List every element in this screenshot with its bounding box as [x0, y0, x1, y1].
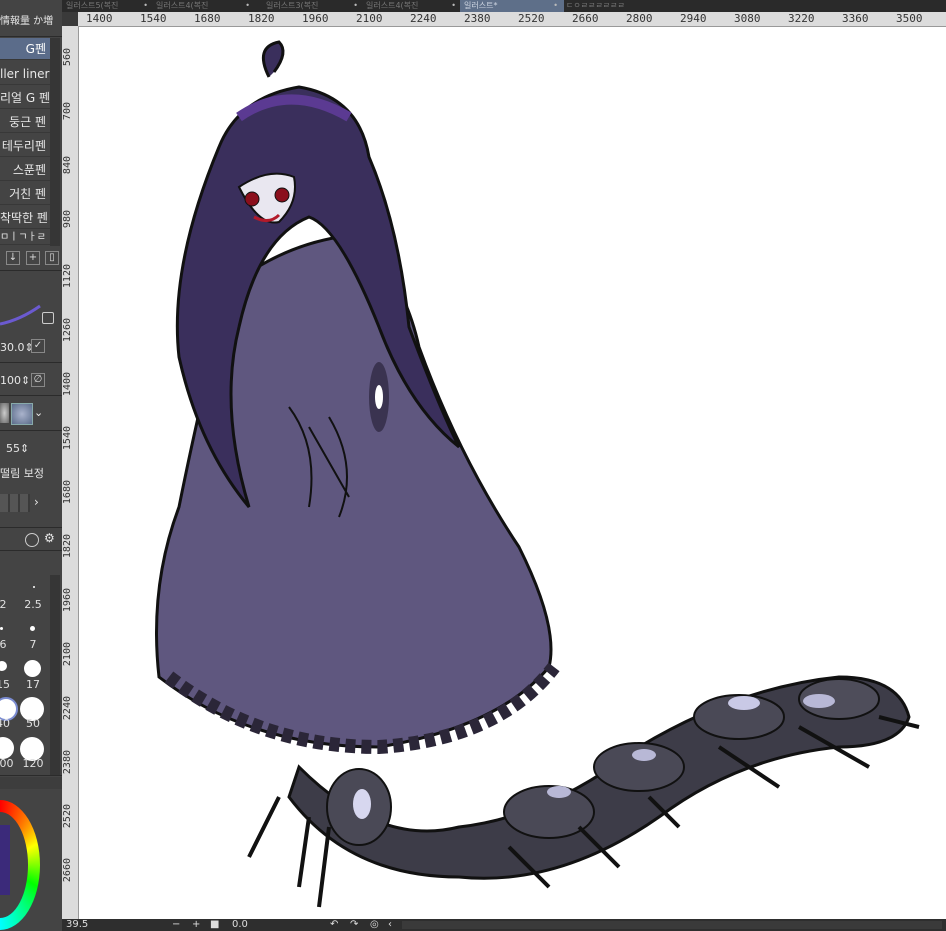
drawing-canvas[interactable]	[79, 27, 946, 919]
wrench-icon[interactable]: ⚙	[44, 531, 55, 545]
flip-icon[interactable]: ‹	[388, 919, 392, 931]
status-bar: 39.5 − + ■ 0.0 ↶ ↷ ◎ ‹	[62, 919, 946, 931]
color-panel-tabs[interactable]	[0, 777, 62, 789]
horizontal-scrollbar[interactable]	[402, 921, 942, 929]
size-preset-label[interactable]: 2	[0, 598, 18, 611]
brush-item-round-pen[interactable]: 둥근 펜	[0, 111, 50, 133]
brush-item-g-pen[interactable]: G펜	[0, 38, 50, 60]
reset-rotation-icon[interactable]: ◎	[370, 919, 379, 931]
document-tabs: 일러스트5(복진 • 일러스트4(복진 • 일러스트3(복진 • 일러스트4(복진 • …	[62, 0, 946, 12]
size-preset-label[interactable]: 100	[0, 757, 18, 770]
opacity-toggle[interactable]: ∅	[31, 373, 45, 387]
stabilization-slider[interactable]	[0, 494, 30, 512]
stabilization-label: 떨림 보정	[0, 467, 44, 480]
stabilization-value[interactable]: 55⇕	[6, 442, 29, 455]
brush-list-scrollbar[interactable]	[50, 38, 60, 246]
brush-tip-hard[interactable]	[0, 403, 9, 423]
zoom-out-button[interactable]: −	[172, 919, 180, 931]
brush-tip-soft[interactable]	[11, 403, 33, 425]
download-icon[interactable]: ↓	[6, 251, 20, 265]
sub-tool-header: 情報量 か増	[0, 16, 54, 27]
add-subtool-icon[interactable]: +	[26, 251, 40, 265]
brush-size-value[interactable]: 30.0⇕	[0, 341, 34, 354]
brush-item-liner[interactable]: ller liner	[0, 63, 50, 85]
fit-icon[interactable]: ■	[210, 919, 219, 931]
size-preset-label[interactable]: 40	[0, 717, 18, 730]
chevron-down-icon[interactable]: ⌄	[34, 406, 43, 419]
color-square[interactable]	[0, 825, 10, 895]
brush-item-outline-pen[interactable]: 테두리펜	[0, 135, 50, 157]
size-pressure-toggle[interactable]: ✓	[31, 339, 45, 353]
horizontal-ruler: 1400 1540 1680 1820 1960 2100 2240 2380 …	[78, 12, 946, 27]
size-preset-label[interactable]: 120	[18, 757, 48, 770]
rotate-right-icon[interactable]: ↷	[350, 919, 358, 931]
zoom-in-button[interactable]: +	[192, 919, 200, 931]
brush-item-migari[interactable]: ㅁㅣㄱㅏㄹㅣ	[0, 231, 50, 245]
tab-document-3[interactable]: 일러스트3(복진 •	[262, 0, 364, 12]
size-preset-label[interactable]: 15	[0, 678, 18, 691]
clock-icon[interactable]	[25, 533, 39, 547]
tab-document-1[interactable]: 일러스트5(복진 •	[62, 0, 154, 12]
size-preset-label[interactable]: 2.5	[18, 598, 48, 611]
size-preset-label[interactable]: 7	[18, 638, 48, 651]
brush-item-crisp-pen[interactable]: 착딱한 펜	[0, 207, 50, 229]
size-preset-label[interactable]: 17	[18, 678, 48, 691]
character-illustration	[155, 40, 920, 908]
rotate-left-icon[interactable]: ↶	[330, 919, 338, 931]
trash-icon[interactable]: ▯	[45, 251, 59, 265]
size-preset-scrollbar[interactable]	[50, 575, 60, 775]
size-preset-label[interactable]: 50	[18, 717, 48, 730]
angle-value[interactable]: 0.0	[232, 919, 248, 931]
left-sidebar: 情報量 か増 G펜 ller liner 리얼 G 펜 둥근 펜 테두리펜 스푼…	[0, 0, 62, 931]
tab-document-4[interactable]: 일러스트4(복진 •	[362, 0, 462, 12]
brush-item-rough-pen[interactable]: 거친 펜	[0, 183, 50, 205]
opacity-value[interactable]: 100⇕	[0, 374, 30, 387]
brush-item-spoon-pen[interactable]: 스푼펜	[0, 159, 50, 181]
zoom-value[interactable]: 39.5	[66, 919, 88, 931]
brush-item-real-g-pen[interactable]: 리얼 G 펜	[0, 87, 50, 109]
lock-icon[interactable]	[42, 312, 54, 324]
brush-stroke-preview	[0, 304, 41, 326]
size-preset-label[interactable]: 6	[0, 638, 18, 651]
chevron-right-icon[interactable]: ›	[34, 495, 39, 509]
vertical-ruler: 560 700 840 980 1120 1260 1400 1540 1680…	[62, 26, 79, 920]
tab-document-6[interactable]: ㄷㅇㄹㄹㄹㄹㄹㄹ	[562, 0, 666, 12]
tab-document-5[interactable]: 일러스트* •	[460, 0, 564, 12]
tab-document-2[interactable]: 일러스트4(복진 •	[152, 0, 256, 12]
